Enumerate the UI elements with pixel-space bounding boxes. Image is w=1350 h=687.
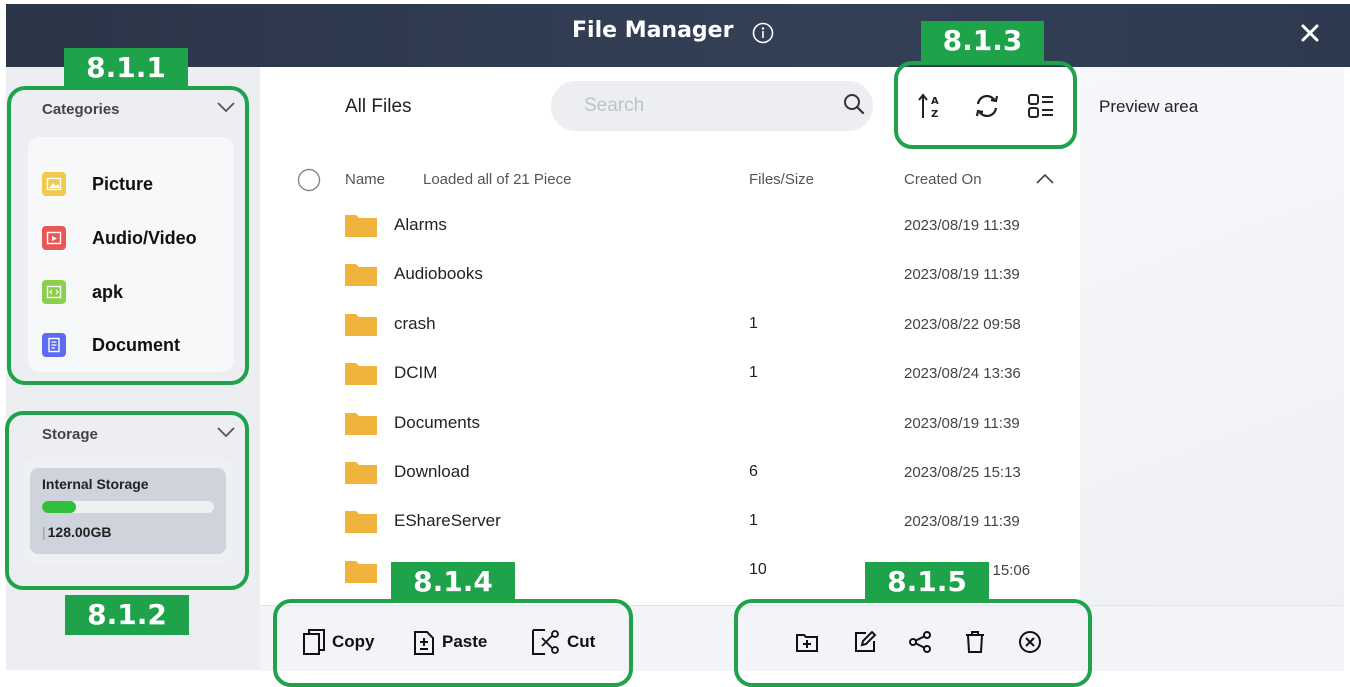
folder-icon	[345, 462, 377, 484]
file-created: 2023/08/19 11:39	[904, 217, 1020, 234]
file-size: 10	[749, 561, 767, 578]
window-title: File Manager	[572, 18, 734, 43]
file-name: EShareServer	[394, 511, 501, 530]
folder-icon	[345, 264, 377, 286]
file-size: 6	[749, 463, 758, 480]
file-created: 2023/08/24 13:36	[904, 365, 1021, 382]
file-created: 2023/08/25 15:13	[904, 464, 1021, 481]
annotation-label: 8.1.4	[391, 562, 515, 602]
folder-icon	[345, 314, 377, 336]
file-size: 1	[749, 512, 758, 529]
annotation-box-clipboard	[273, 599, 633, 687]
file-name: Audiobooks	[394, 264, 483, 283]
file-name: Download	[394, 462, 470, 481]
preview-panel	[1080, 67, 1344, 670]
file-size: 1	[749, 315, 758, 332]
file-name: Alarms	[394, 215, 447, 234]
annotation-box-categories	[7, 86, 249, 385]
annotation-box-actions	[734, 599, 1092, 687]
folder-icon	[345, 363, 377, 385]
file-created: 2023/08/22 09:58	[904, 316, 1021, 333]
search-icon[interactable]	[842, 92, 866, 116]
folder-icon	[345, 561, 377, 583]
select-all-checkbox[interactable]	[297, 168, 321, 192]
annotation-label: 8.1.1	[64, 48, 188, 88]
search-placeholder: Search	[584, 95, 645, 116]
column-name[interactable]: Name	[345, 171, 385, 188]
folder-icon	[345, 511, 377, 533]
current-folder-title: All Files	[345, 96, 412, 117]
column-files-size[interactable]: Files/Size	[749, 171, 814, 188]
loaded-count: Loaded all of 21 Piece	[423, 171, 572, 188]
folder-icon	[345, 413, 377, 435]
preview-area-label: Preview area	[1099, 97, 1199, 116]
info-icon[interactable]	[752, 22, 774, 44]
annotation-label: 8.1.3	[921, 21, 1044, 61]
chevron-up-icon[interactable]	[1035, 173, 1055, 185]
folder-icon	[345, 215, 377, 237]
annotation-label: 8.1.5	[865, 562, 989, 602]
column-created-on[interactable]: Created On	[904, 171, 982, 188]
file-name: crash	[394, 314, 436, 333]
file-name: DCIM	[394, 363, 438, 382]
file-created: 2023/08/19 11:39	[904, 415, 1020, 432]
annotation-box-storage	[5, 411, 249, 590]
close-icon[interactable]	[1297, 20, 1323, 46]
file-size: 1	[749, 364, 758, 381]
annotation-label: 8.1.2	[65, 595, 189, 635]
file-created: 2023/08/19 11:39	[904, 266, 1020, 283]
file-name: Documents	[394, 413, 480, 432]
annotation-box-toolbar	[894, 61, 1077, 149]
file-created: 2023/08/19 11:39	[904, 513, 1020, 530]
